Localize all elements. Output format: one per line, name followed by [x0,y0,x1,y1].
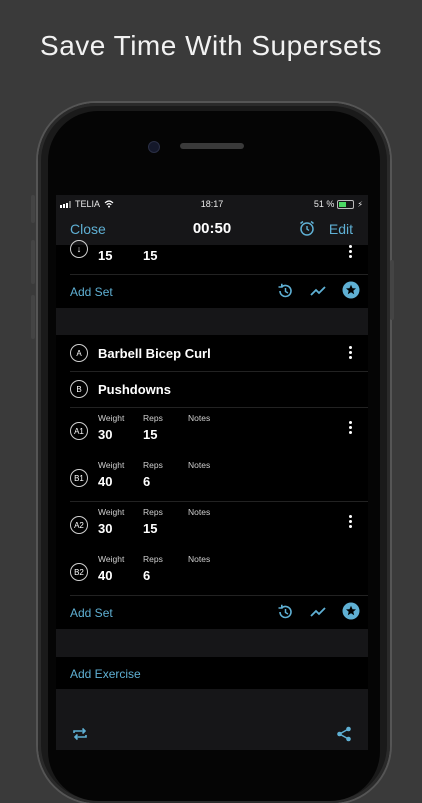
add-set-row: Add Set [56,596,368,628]
side-button [390,260,394,320]
status-bar: TELIA 18:17 51 % ⚡ [56,195,368,213]
exercise-name: Pushdowns [98,382,171,397]
reps-label: Reps [143,554,163,564]
exercise-name: Barbell Bicep Curl [98,346,211,361]
set-weight: 40 [98,568,113,583]
history-icon[interactable] [276,282,294,300]
battery-percent: 51 % [313,199,335,209]
section-gap [56,308,368,335]
headline: Save Time With Supersets [40,30,382,61]
edit-button[interactable]: Edit [329,221,353,237]
notes-label: Notes [188,554,211,564]
star-icon[interactable] [342,281,360,299]
weight-label: Weight [98,554,125,564]
set-weight: 15 [98,248,113,263]
more-icon[interactable] [348,245,352,258]
set-row[interactable]: B1 Weight Reps Notes 40 6 [56,455,368,501]
set-reps: 6 [143,568,151,583]
exercise-badge: B [70,380,88,398]
side-button [31,195,35,223]
notes-label: Notes [188,507,211,517]
add-set-button[interactable]: Add Set [70,606,113,620]
nav-bar: Close 00:50 Edit [56,213,368,245]
speaker [180,143,244,149]
exercise-badge: A [70,344,88,362]
set-badge: ↓ [70,240,88,258]
reps-label: Reps [143,507,163,517]
set-reps: 15 [143,521,158,536]
set-weight: 30 [98,427,113,442]
battery-icon [337,199,355,209]
weight-label: Weight [98,507,125,517]
share-icon[interactable] [335,725,353,743]
section-gap [56,629,368,657]
bottom-toolbar [56,717,368,750]
screen: TELIA 18:17 51 % ⚡ Close 00:50 Edit ↓ 15… [56,195,368,750]
set-weight: 40 [98,474,113,489]
notes-label: Notes [188,413,211,423]
trend-icon[interactable] [309,603,327,621]
section-gap [56,689,368,717]
set-badge: A2 [70,516,88,534]
rest-timer: 00:50 [192,220,232,237]
more-icon[interactable] [348,515,352,528]
more-icon[interactable] [348,421,352,434]
set-row[interactable]: A2 Weight Reps Notes 30 15 [56,502,368,549]
set-weight: 30 [98,521,113,536]
set-badge: A1 [70,422,88,440]
set-row[interactable]: B2 Weight Reps Notes 40 6 [56,549,368,595]
notes-label: Notes [188,460,211,470]
reps-label: Reps [143,460,163,470]
exercise-row[interactable]: B Pushdowns [56,372,368,408]
weight-label: Weight [98,460,125,470]
add-set-row: Add Set [56,275,368,307]
set-row[interactable]: A1 Weight Reps Notes 30 15 [56,408,368,455]
reps-label: Reps [143,413,163,423]
set-reps: 15 [143,248,158,263]
charging-icon: ⚡ [357,199,363,209]
add-exercise-row: Add Exercise [56,657,368,689]
camera [148,141,160,153]
add-exercise-button[interactable]: Add Exercise [70,667,141,681]
set-badge: B2 [70,563,88,581]
side-button [31,240,35,284]
more-icon[interactable] [348,346,352,359]
side-button [31,295,35,339]
add-set-button[interactable]: Add Set [70,285,113,299]
repeat-icon[interactable] [71,725,89,743]
alarm-icon[interactable] [298,219,316,237]
history-icon[interactable] [276,603,294,621]
trend-icon[interactable] [309,282,327,300]
set-reps: 6 [143,474,151,489]
star-icon[interactable] [342,602,360,620]
set-badge: B1 [70,469,88,487]
set-reps: 15 [143,427,158,442]
exercise-row[interactable]: A Barbell Bicep Curl [56,335,368,371]
weight-label: Weight [98,413,125,423]
set-row[interactable]: ↓ 15 15 [56,240,368,275]
